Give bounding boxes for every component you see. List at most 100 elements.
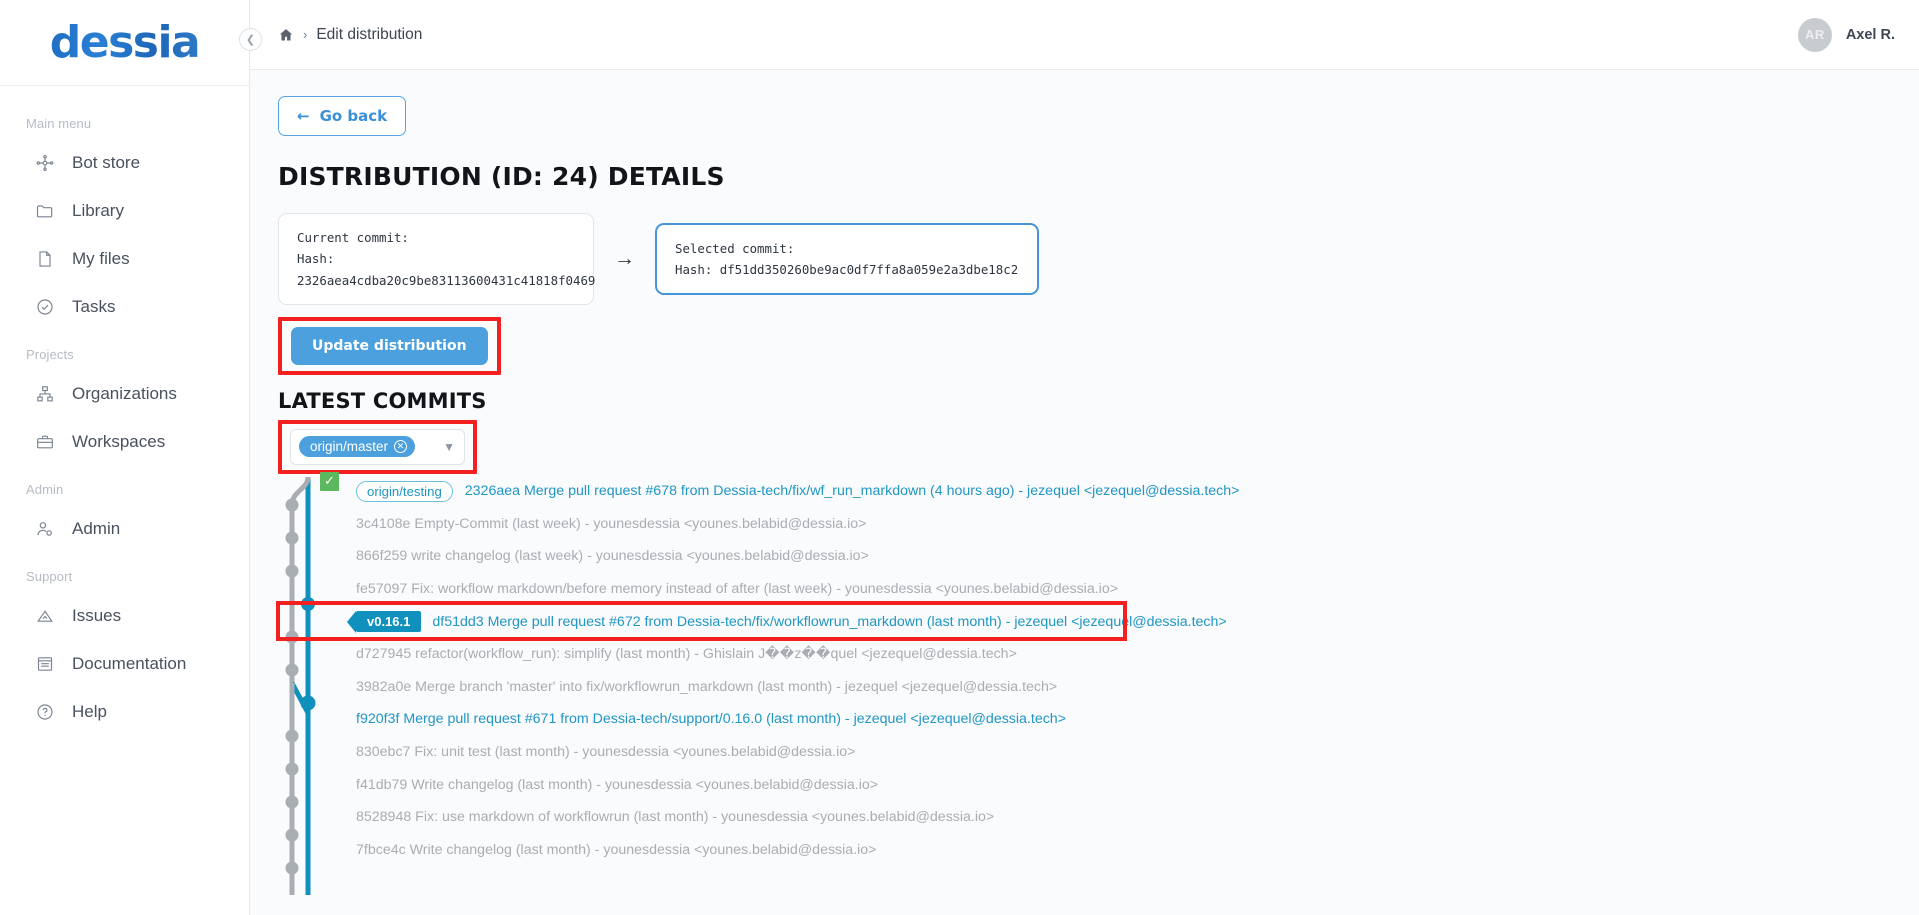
sidebar-item-tasks[interactable]: Tasks xyxy=(0,283,249,331)
sidebar-item-library[interactable]: Library xyxy=(0,187,249,235)
question-circle-icon xyxy=(34,701,56,723)
table-row[interactable]: 830ebc7 Fix: unit test (last month) - yo… xyxy=(308,736,1889,769)
sidebar-item-my-files[interactable]: My files xyxy=(0,235,249,283)
current-commit-box: Current commit: Hash: 2326aea4cdba20c9be… xyxy=(278,213,596,305)
breadcrumb: › Edit distribution xyxy=(278,26,422,44)
check-circle-icon xyxy=(34,296,56,318)
briefcase-icon xyxy=(34,431,56,453)
sidebar-section-support: Support xyxy=(26,569,73,584)
commit-graph: ✓ origin/testing 2326aea Merge pull requ… xyxy=(276,471,1889,895)
sidebar-item-label: Admin xyxy=(72,519,121,538)
branch-tag[interactable]: origin/testing xyxy=(356,480,453,502)
commit-text[interactable]: 7fbce4c Write changelog (last month) - y… xyxy=(356,842,876,858)
table-row[interactable]: 866f259 write changelog (last week) - yo… xyxy=(308,540,1889,573)
table-row[interactable]: f41db79 Write changelog (last month) - y… xyxy=(308,768,1889,801)
user-name: Axel R. xyxy=(1845,26,1895,43)
sidebar-item-label: Help xyxy=(72,702,107,721)
sidebar-item-label: Bot store xyxy=(72,153,141,172)
commit-text[interactable]: 8528948 Fix: use markdown of workflowrun… xyxy=(356,809,994,825)
folder-icon xyxy=(34,200,56,222)
table-row[interactable]: 3982a0e Merge branch 'master' into fix/w… xyxy=(308,671,1889,704)
sidebar-item-label: Workspaces xyxy=(72,432,166,451)
sidebar-item-label: My files xyxy=(72,249,130,268)
sidebar-item-issues[interactable]: Issues xyxy=(0,592,249,640)
sitemap-icon xyxy=(34,383,56,405)
current-commit-label: Current commit: xyxy=(297,230,409,245)
sidebar-item-bot-store[interactable]: Bot store xyxy=(0,139,249,187)
table-row[interactable]: d727945 refactor(workflow_run): simplify… xyxy=(308,638,1889,671)
file-icon xyxy=(34,248,56,270)
commit-text[interactable]: fe57097 Fix: workflow markdown/before me… xyxy=(356,581,1118,597)
commit-text[interactable]: 3c4108e Empty-Commit (last week) - youne… xyxy=(356,516,866,532)
commit-comparison: Current commit: Hash: 2326aea4cdba20c9be… xyxy=(278,213,1889,305)
sidebar-item-label: Library xyxy=(72,201,124,220)
home-icon[interactable] xyxy=(278,27,294,43)
commit-text[interactable]: 866f259 write changelog (last week) - yo… xyxy=(356,548,869,564)
brand-area: dessia xyxy=(0,0,249,86)
sidebar-item-help[interactable]: Help xyxy=(0,688,249,736)
dessia-logo: dessia xyxy=(49,17,201,68)
close-circle-icon[interactable]: ✕ xyxy=(394,440,408,454)
update-distribution-wrap: Update distribution xyxy=(278,316,1889,375)
sidebar-section-admin: Admin xyxy=(26,482,64,497)
breadcrumb-separator: › xyxy=(303,27,308,42)
topbar: › Edit distribution AR Axel R. xyxy=(250,0,1919,70)
branch-chip[interactable]: origin/master ✕ xyxy=(299,436,416,458)
commit-text[interactable]: 3982a0e Merge branch 'master' into fix/w… xyxy=(356,679,1057,695)
sidebar-item-label: Organizations xyxy=(72,384,177,403)
commit-list: ✓ origin/testing 2326aea Merge pull requ… xyxy=(276,471,1889,867)
sidebar-section-main-menu: Main menu xyxy=(26,116,92,131)
book-icon xyxy=(34,653,56,675)
avatar: AR xyxy=(1797,17,1832,52)
branch-filter-wrap: origin/master ✕ ▼ xyxy=(278,419,477,474)
sidebar: dessia ❮ Main menu Bot store Library My … xyxy=(0,0,262,915)
arrow-right-icon: → xyxy=(614,246,635,270)
page-title: DISTRIBUTION (ID: 24) DETAILS xyxy=(278,162,725,191)
commit-text[interactable]: f41db79 Write changelog (last month) - y… xyxy=(356,777,878,793)
update-distribution-highlight: Update distribution xyxy=(278,316,501,375)
sidebar-item-admin[interactable]: Admin xyxy=(0,505,249,553)
commit-text[interactable]: d727945 refactor(workflow_run): simplify… xyxy=(356,646,1017,662)
chevron-down-icon[interactable]: ▼ xyxy=(443,440,455,454)
sidebar-section-projects: Projects xyxy=(26,347,74,362)
sidebar-item-label: Issues xyxy=(72,606,122,625)
commit-text[interactable]: 2326aea Merge pull request #678 from Des… xyxy=(465,483,1240,499)
sidebar-nav: Main menu Bot store Library My files Tas… xyxy=(0,86,249,736)
user-area[interactable]: AR Axel R. xyxy=(1797,17,1895,52)
bot-store-icon xyxy=(34,152,56,174)
sidebar-item-label: Tasks xyxy=(72,297,116,316)
table-row[interactable]: 3c4108e Empty-Commit (last week) - youne… xyxy=(308,508,1889,541)
table-row[interactable]: ✓ origin/testing 2326aea Merge pull requ… xyxy=(308,471,1889,508)
table-row[interactable]: 8528948 Fix: use markdown of workflowrun… xyxy=(308,801,1889,834)
app-root: dessia ❮ Main menu Bot store Library My … xyxy=(0,0,1919,915)
sidebar-item-organizations[interactable]: Organizations xyxy=(0,370,249,418)
go-back-button[interactable]: ← Go back xyxy=(278,96,407,136)
commit-text[interactable]: 830ebc7 Fix: unit test (last month) - yo… xyxy=(356,744,855,760)
table-row-selected[interactable]: v0.16.1 df51dd3 Merge pull request #672 … xyxy=(276,601,1889,642)
current-commit-hash: Hash: 2326aea4cdba20c9be83113600431c4181… xyxy=(297,251,596,288)
latest-commits-title: LATEST COMMITS xyxy=(278,388,487,413)
content-area: ← Go back DISTRIBUTION (ID: 24) DETAILS … xyxy=(250,70,1919,915)
commit-text[interactable]: f920f3f Merge pull request #671 from Des… xyxy=(356,711,1066,727)
user-gear-icon xyxy=(34,518,56,540)
sidebar-item-workspaces[interactable]: Workspaces xyxy=(0,418,249,466)
arrow-left-icon: ← xyxy=(297,107,310,125)
commit-text[interactable]: df51dd3 Merge pull request #672 from Des… xyxy=(432,614,1226,630)
warning-triangle-icon xyxy=(34,605,56,627)
branch-filter-highlight: origin/master ✕ ▼ xyxy=(278,419,477,474)
update-distribution-button[interactable]: Update distribution xyxy=(291,326,488,365)
check-icon: ✓ xyxy=(320,471,339,491)
branch-chip-label: origin/master xyxy=(310,439,389,455)
version-tag[interactable]: v0.16.1 xyxy=(346,611,422,634)
table-row[interactable]: f920f3f Merge pull request #671 from Des… xyxy=(308,703,1889,736)
sidebar-item-documentation[interactable]: Documentation xyxy=(0,640,249,688)
breadcrumb-current[interactable]: Edit distribution xyxy=(316,26,422,44)
selected-commit-box: Selected commit: Hash: df51dd350260be9ac… xyxy=(655,222,1039,296)
sidebar-collapse-button[interactable]: ❮ xyxy=(239,28,262,51)
table-row[interactable]: 7fbce4c Write changelog (last month) - y… xyxy=(308,834,1889,867)
table-row[interactable]: fe57097 Fix: workflow markdown/before me… xyxy=(308,573,1889,606)
main-area: › Edit distribution AR Axel R. ← Go back… xyxy=(250,0,1919,915)
selected-commit-label: Selected commit: xyxy=(675,240,795,256)
branch-filter-select[interactable]: origin/master ✕ ▼ xyxy=(290,428,465,465)
sidebar-item-label: Documentation xyxy=(72,654,187,673)
